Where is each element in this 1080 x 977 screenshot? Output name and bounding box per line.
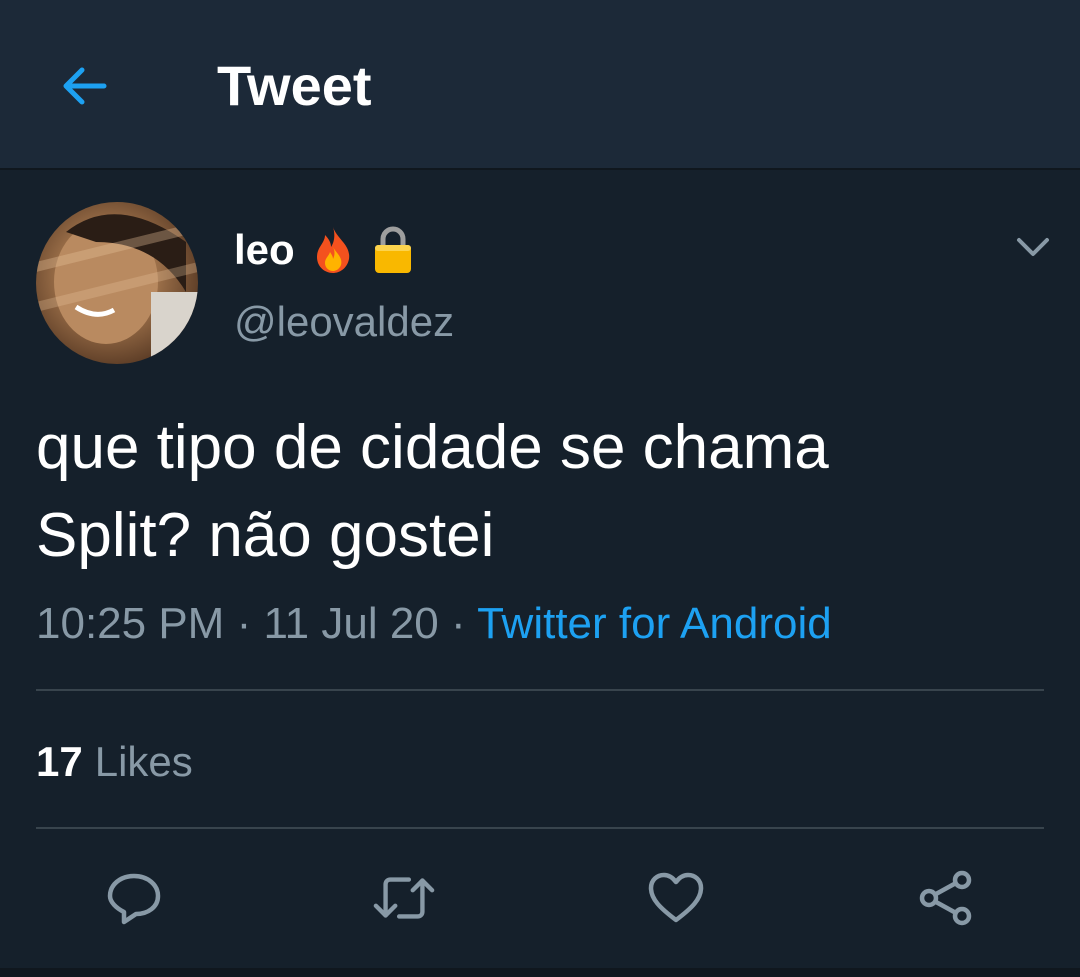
divider	[36, 689, 1044, 691]
avatar[interactable]	[36, 202, 198, 364]
heart-icon	[648, 872, 704, 923]
more-options-button[interactable]	[1005, 220, 1061, 276]
top-app-bar: Tweet	[0, 0, 1080, 170]
likes-count: 17	[36, 738, 83, 785]
reply-icon	[107, 873, 161, 925]
fire-emoji-icon	[311, 225, 355, 275]
likes-summary[interactable]: 17 Likes	[36, 734, 193, 790]
retweet-button[interactable]	[372, 866, 436, 930]
meta-separator: ·	[236, 599, 252, 648]
back-button[interactable]	[50, 52, 118, 120]
author-handle[interactable]: @leovaldez	[234, 294, 454, 350]
tweet-source-link[interactable]: Twitter for Android	[477, 599, 832, 648]
chevron-down-icon	[1017, 238, 1049, 256]
arrow-left-icon	[63, 67, 107, 105]
avatar-photo	[36, 214, 198, 364]
tweet-time: 10:25 PM	[36, 599, 225, 648]
divider	[36, 827, 1044, 829]
reply-button[interactable]	[102, 866, 166, 930]
bottom-divider	[0, 968, 1080, 977]
tweet-metadata: 10:25 PM · 11 Jul 20 · Twitter for Andro…	[36, 596, 832, 652]
page-title: Tweet	[217, 54, 372, 117]
retweet-icon	[373, 877, 435, 919]
tweet-text: que tipo de cidade se chama Split? não g…	[36, 413, 829, 570]
meta-separator: ·	[451, 599, 466, 648]
tweet-date: 11 Jul 20	[263, 599, 439, 648]
likes-label: Likes	[94, 738, 193, 785]
author-display-name: leo	[234, 226, 295, 273]
lock-emoji-icon	[371, 225, 415, 275]
like-button[interactable]	[644, 866, 708, 930]
share-button[interactable]	[914, 866, 978, 930]
share-icon	[919, 870, 972, 926]
author-name-row[interactable]: leo	[234, 222, 415, 278]
